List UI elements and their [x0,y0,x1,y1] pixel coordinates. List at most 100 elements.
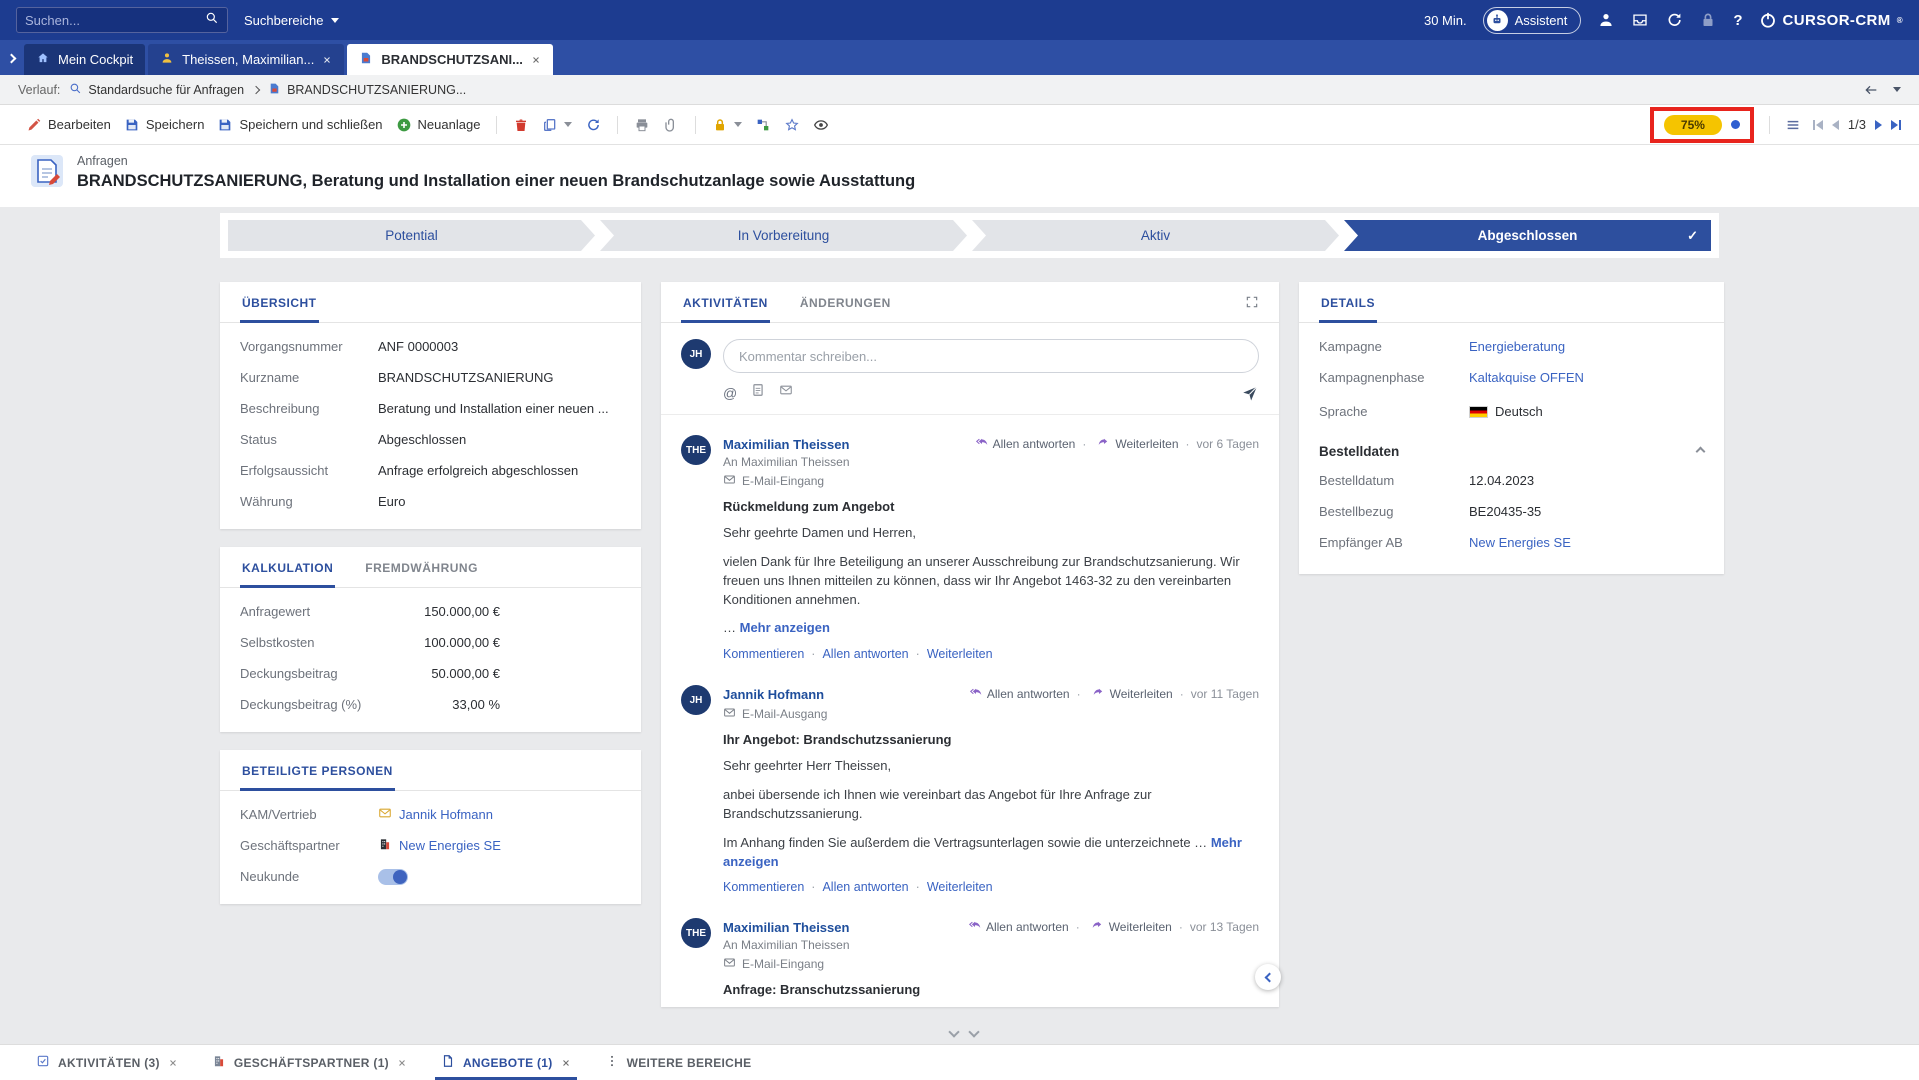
process-stage-bar: Potential In Vorbereitung Aktiv Abgeschl… [220,213,1719,258]
breadcrumb-item-search[interactable]: Standardsuche für Anfragen [69,82,244,98]
watch-eye-icon[interactable] [813,117,829,133]
stage-potential[interactable]: Potential [228,220,595,251]
delete-button[interactable] [513,117,529,133]
reply-all-action[interactable]: Allen antworten [975,435,1076,452]
author-link[interactable]: Jannik Hofmann [723,687,824,702]
kam-link[interactable]: Jannik Hofmann [399,807,493,822]
lock-icon[interactable] [1699,11,1717,29]
copy-button[interactable] [542,117,572,133]
plus-circle-icon [396,117,412,133]
favorite-star-icon[interactable] [784,117,800,133]
search-icon[interactable] [205,11,219,30]
tab-mein-cockpit[interactable]: Mein Cockpit [24,44,145,75]
forward-action[interactable]: Weiterleiten [1070,685,1173,702]
empfaenger-link[interactable]: New Energies SE [1469,535,1571,550]
pencil-icon [26,117,42,133]
scroll-down-icon[interactable] [948,1026,959,1037]
tab-aktivitaeten[interactable]: AKTIVITÄTEN [681,282,770,323]
email-icon[interactable] [779,383,793,402]
save-close-button[interactable]: Speichern und schließen [217,117,382,133]
recipient: An Maximilian Theissen [723,455,1259,469]
progress-badge[interactable]: 75% [1664,115,1722,135]
author-link[interactable]: Maximilian Theissen [723,920,849,935]
chevron-right-icon[interactable] [8,49,15,67]
forward-action[interactable]: Weiterleiten [909,647,993,661]
close-icon[interactable] [397,1058,407,1068]
expand-icon[interactable] [1245,295,1259,309]
reply-all-action[interactable]: Allen antworten [804,880,908,894]
breadcrumb-item-record[interactable]: BRANDSCHUTZSANIERUNG... [268,82,466,98]
show-more-link[interactable]: Mehr anzeigen [740,620,830,635]
save-button[interactable]: Speichern [124,117,205,133]
power-icon[interactable] [1759,11,1777,29]
collapse-panel-button[interactable] [1255,964,1281,990]
reply-all-icon [969,685,983,702]
author-link[interactable]: Maximilian Theissen [723,437,849,452]
lock-button[interactable] [712,117,742,133]
comment-action[interactable]: Kommentieren [723,880,804,894]
close-icon[interactable] [322,55,332,65]
close-icon[interactable] [168,1058,178,1068]
chevron-up-icon[interactable] [1696,447,1706,457]
search-input[interactable] [25,13,205,28]
new-record-button[interactable]: Neuanlage [396,117,481,133]
workflow-button[interactable] [755,117,771,133]
reply-all-action[interactable]: Allen antworten [804,647,908,661]
tab-request-brandschutz[interactable]: BRANDSCHUTZSANI... [347,44,553,75]
search-areas-dropdown[interactable]: Suchbereiche [244,13,339,28]
chevron-down-icon[interactable] [1893,87,1901,92]
tab-contact-theissen[interactable]: Theissen, Maximilian... [148,44,344,75]
history-back-icon[interactable] [1863,82,1879,98]
stage-abgeschlossen[interactable]: Abgeschlossen ✓ [1344,220,1711,251]
field-row: Deckungsbeitrag50.000,00 € [220,658,641,689]
bottom-tab-angebote[interactable]: ANGEBOTE (1) [441,1045,571,1080]
task-icon[interactable] [751,383,765,402]
mention-icon[interactable]: @ [723,385,737,401]
first-record-button[interactable] [1813,120,1823,130]
assistant-button[interactable]: Assistent [1483,7,1582,34]
send-icon[interactable] [1241,384,1259,402]
menu-icon[interactable] [1785,117,1801,133]
comment-input[interactable] [723,339,1259,373]
user-icon[interactable] [1597,11,1615,29]
forward-action[interactable]: Weiterleiten [909,880,993,894]
next-record-button[interactable] [1875,120,1882,130]
help-button[interactable]: ? [1733,12,1742,29]
tab-fremdwaehrung[interactable]: FREMDWÄHRUNG [363,547,480,588]
brand-text: CURSOR-CRM [1783,12,1891,29]
reply-all-action[interactable]: Allen antworten [968,918,1069,935]
refresh-icon[interactable] [1665,11,1683,29]
print-button[interactable] [634,117,650,133]
partner-link[interactable]: New Energies SE [399,838,501,853]
forward-action[interactable]: Weiterleiten [1075,435,1178,452]
last-record-button[interactable] [1891,120,1901,130]
inbox-icon[interactable] [1631,11,1649,29]
attachment-button[interactable] [663,117,679,133]
close-icon[interactable] [531,55,541,65]
bottom-tab-weitere-bereiche[interactable]: WEITERE BEREICHE [605,1045,752,1080]
tab-beteiligte-personen[interactable]: BETEILIGTE PERSONEN [240,750,395,791]
bottom-tab-geschaeftspartner[interactable]: GESCHÄFTSPARTNER (1) [212,1045,407,1080]
contact-icon [160,51,174,68]
kampagne-link[interactable]: Energieberatung [1469,339,1565,354]
avatar: JH [681,685,711,715]
scroll-down-icon[interactable] [968,1026,979,1037]
tab-details[interactable]: DETAILS [1319,282,1377,323]
newcustomer-toggle[interactable] [378,869,408,885]
field-row: Neukunde [220,861,641,892]
global-search[interactable] [16,7,228,33]
tab-aenderungen[interactable]: ÄNDERUNGEN [798,282,893,323]
edit-button[interactable]: Bearbeiten [26,117,111,133]
previous-record-button[interactable] [1832,120,1839,130]
reply-all-action[interactable]: Allen antworten [969,685,1070,702]
bottom-tab-aktivitaeten[interactable]: AKTIVITÄTEN (3) [36,1045,178,1080]
stage-in-vorbereitung[interactable]: In Vorbereitung [600,220,967,251]
tab-kalkulation[interactable]: KALKULATION [240,547,335,588]
refresh-button[interactable] [585,117,601,133]
tab-uebersicht[interactable]: ÜBERSICHT [240,282,319,323]
forward-action[interactable]: Weiterleiten [1069,918,1172,935]
stage-aktiv[interactable]: Aktiv [972,220,1339,251]
close-icon[interactable] [561,1058,571,1068]
comment-action[interactable]: Kommentieren [723,647,804,661]
kampagnenphase-link[interactable]: Kaltakquise OFFEN [1469,370,1584,385]
